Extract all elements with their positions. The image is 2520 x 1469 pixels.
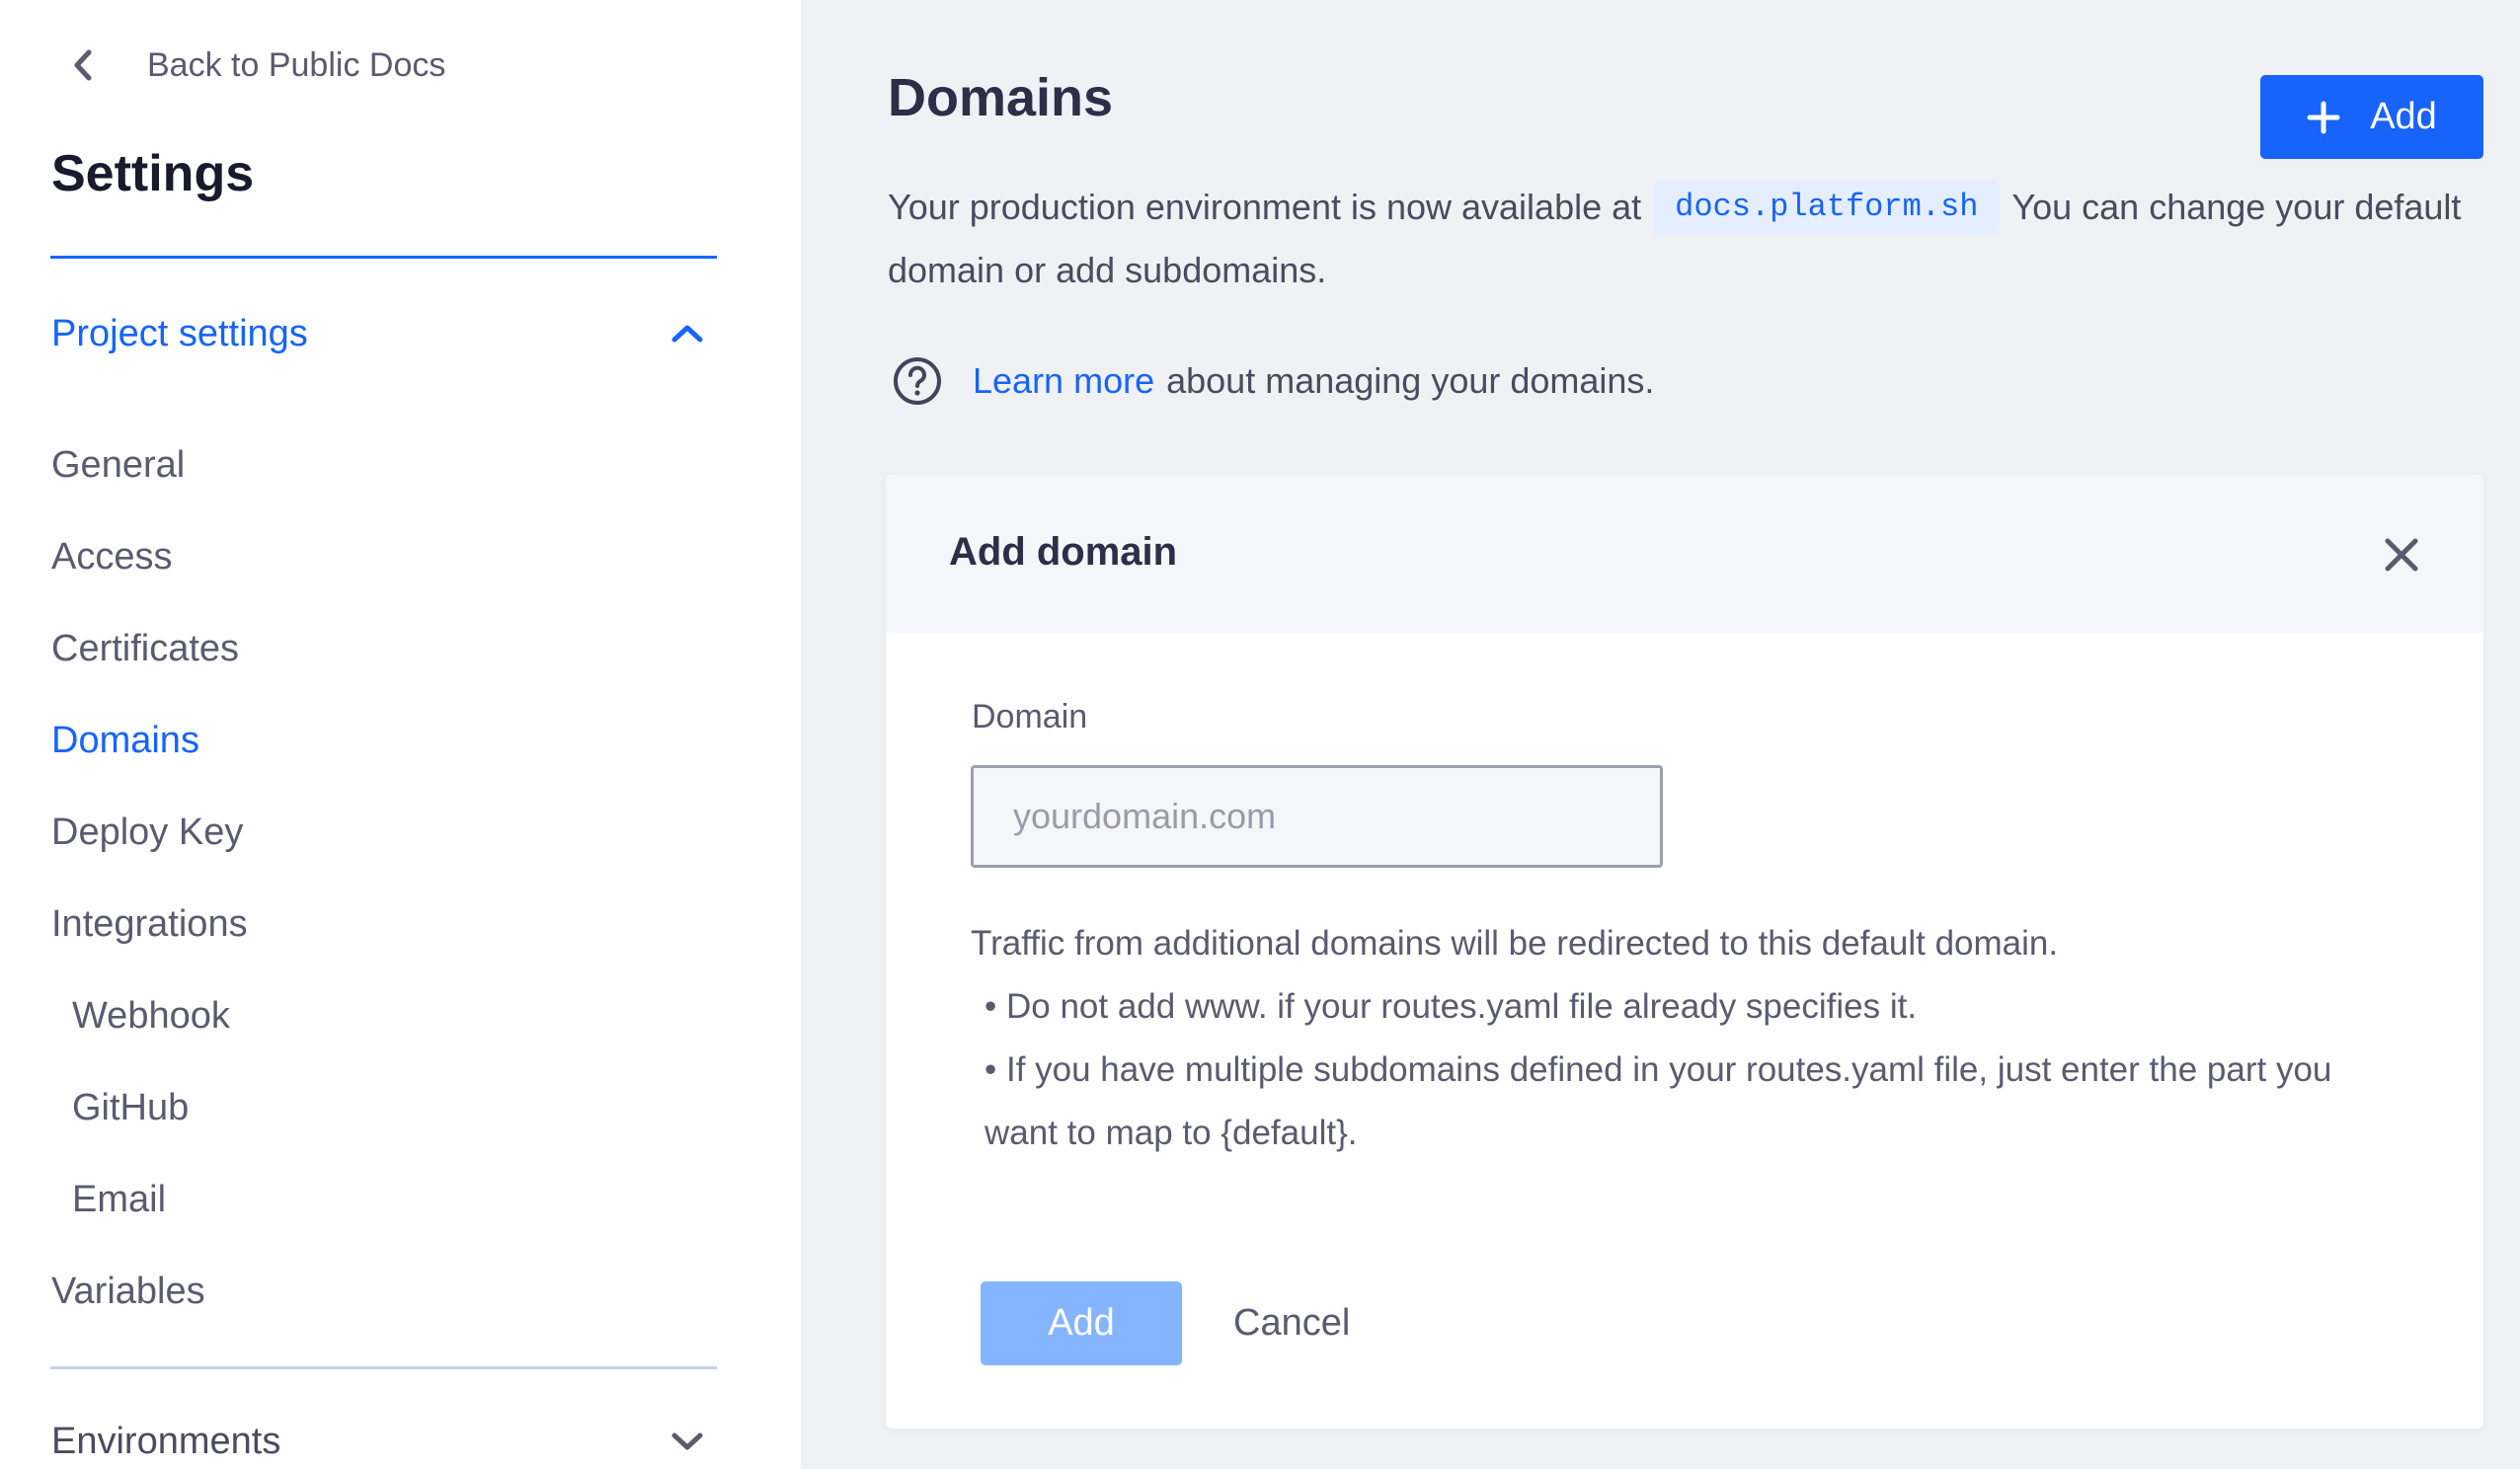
close-icon (2385, 538, 2418, 572)
help-bullet-text: Do not add www. if your routes.yaml file… (1005, 987, 1918, 1026)
learn-more-row: Learn more about managing your domains. (892, 353, 1654, 409)
production-domain-chip: docs.platform.sh (1653, 180, 2001, 235)
add-domain-card-title: Add domain (949, 530, 1178, 574)
back-to-public-docs-link[interactable]: Back to Public Docs (63, 38, 445, 93)
page-title: Domains (888, 68, 1114, 127)
sidebar-item-webhook[interactable]: Webhook (72, 988, 230, 1044)
sidebar-item-domains[interactable]: Domains (51, 713, 199, 768)
sidebar-item-github[interactable]: GitHub (72, 1080, 189, 1135)
environments-label: Environments (51, 1420, 281, 1462)
domain-help-text: Traffic from additional domains will be … (971, 912, 2412, 1165)
project-settings-toggle[interactable]: Project settings (51, 306, 717, 361)
intro-text: Your production environment is now avail… (888, 176, 2507, 302)
sidebar-item-variables[interactable]: Variables (51, 1264, 205, 1319)
title-divider (50, 256, 717, 259)
help-bullet-text: If you have multiple subdomains defined … (984, 1050, 2332, 1152)
sidebar-item-deploy-key[interactable]: Deploy Key (51, 805, 243, 860)
sidebar: Back to Public Docs Settings Project set… (0, 0, 801, 1469)
add-domain-card-header: Add domain (886, 475, 2483, 633)
add-domain-card: Add domain Domain Traffic from additiona… (886, 475, 2483, 1429)
sidebar-item-access[interactable]: Access (51, 529, 172, 584)
chevron-down-icon (668, 1422, 707, 1461)
plus-icon (2307, 101, 2340, 134)
sidebar-item-general[interactable]: General (51, 437, 185, 493)
main-content: Domains Add Your production environment … (801, 0, 2520, 1469)
close-card-button[interactable] (2383, 536, 2420, 574)
submit-add-domain-button[interactable]: Add (981, 1281, 1182, 1365)
cancel-button[interactable]: Cancel (1221, 1281, 1362, 1365)
domain-field-label: Domain (972, 698, 1088, 735)
domain-input[interactable] (971, 765, 1663, 868)
sidebar-item-certificates[interactable]: Certificates (51, 621, 239, 676)
project-settings-label: Project settings (51, 312, 308, 354)
settings-title: Settings (51, 145, 255, 202)
environments-toggle[interactable]: Environments (51, 1414, 717, 1469)
section-divider (50, 1366, 717, 1369)
add-domain-button[interactable]: Add (2260, 75, 2483, 159)
chevron-left-icon (63, 45, 103, 85)
learn-more-link[interactable]: Learn more (973, 360, 1154, 402)
help-bullet: • If you have multiple subdomains define… (984, 1050, 2332, 1152)
chevron-up-icon (668, 314, 707, 353)
add-domain-button-label: Add (2370, 96, 2437, 137)
back-link-label: Back to Public Docs (147, 45, 446, 84)
learn-more-text: about managing your domains. (1166, 360, 1655, 401)
help-circle-icon (892, 355, 943, 407)
help-bullet: • Do not add www. if your routes.yaml fi… (984, 987, 1918, 1026)
sidebar-item-integrations[interactable]: Integrations (51, 896, 248, 952)
help-main-text: Traffic from additional domains will be … (971, 924, 2059, 963)
sidebar-item-email[interactable]: Email (72, 1172, 166, 1227)
intro-text-before: Your production environment is now avail… (888, 187, 1642, 227)
